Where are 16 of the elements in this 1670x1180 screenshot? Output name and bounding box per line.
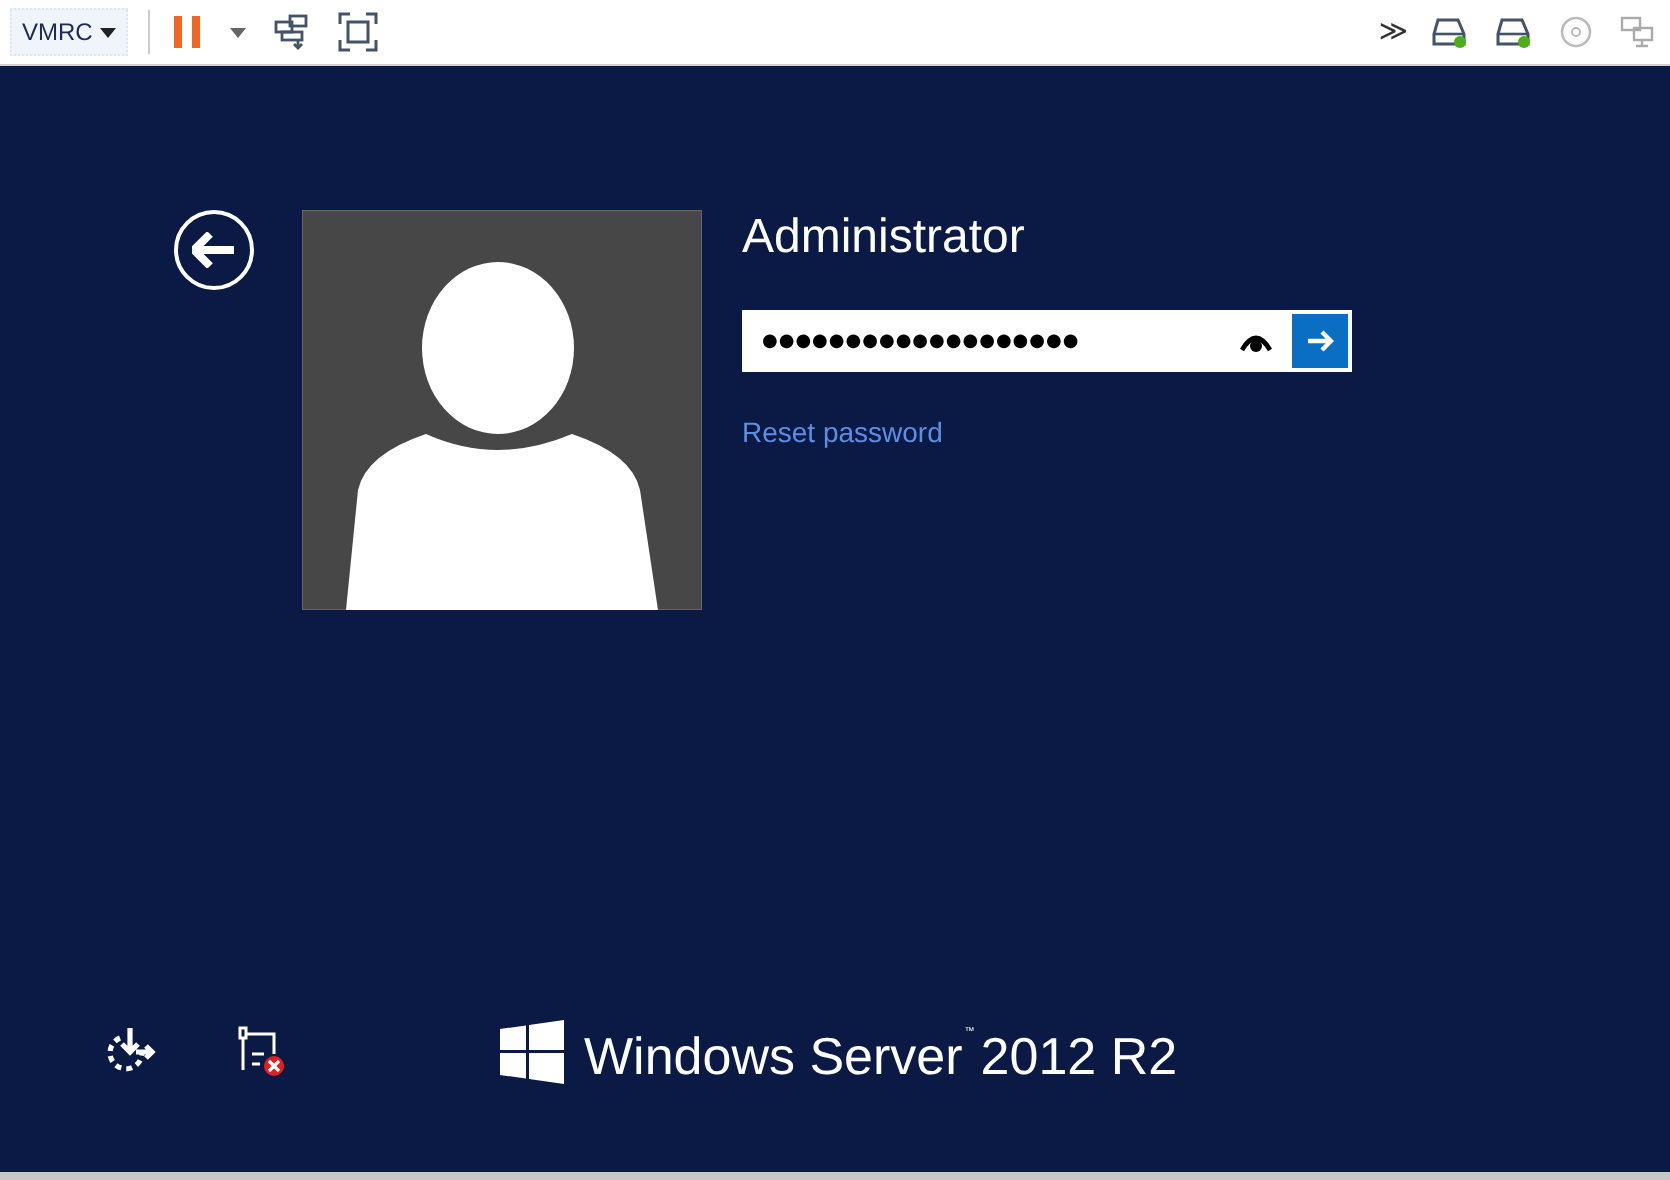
left-arrow-icon: [192, 232, 236, 268]
brand-version: 2012 R2: [980, 1028, 1178, 1084]
reset-password-link[interactable]: Reset password: [742, 416, 1352, 448]
right-arrow-icon: [1307, 330, 1333, 352]
user-name: Administrator: [742, 208, 1027, 268]
back-button[interactable]: [174, 210, 254, 290]
user-avatar-icon: [302, 210, 702, 610]
submit-button[interactable]: [1292, 314, 1348, 368]
password-field[interactable]: ●●●●●●●●●●●●●●●●●●●: [742, 310, 1352, 372]
dropdown-caret-icon[interactable]: [226, 23, 251, 41]
vmrc-menu-button[interactable]: VMRC: [10, 8, 129, 56]
brand-name: Windows Server: [584, 1028, 963, 1084]
overflow-button[interactable]: ≫: [1378, 16, 1408, 48]
caret-icon: [100, 27, 117, 37]
fullscreen-icon[interactable]: [334, 8, 383, 56]
windows-logo-icon: [500, 1020, 564, 1084]
